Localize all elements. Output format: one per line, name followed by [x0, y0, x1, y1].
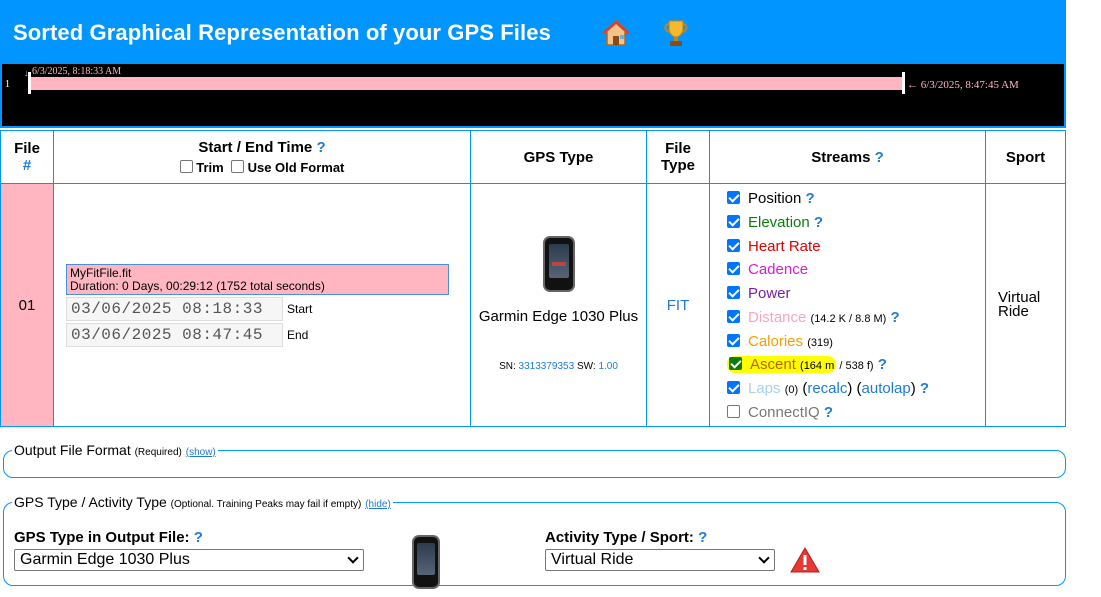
timeline-start-label: 6/3/2025, 8:18:33 AM: [32, 66, 122, 77]
output-format-legend: Output File Format (Required) (show): [14, 442, 216, 458]
timeline-bar[interactable]: [30, 77, 903, 90]
gps-device-icon: [412, 535, 440, 589]
help-link[interactable]: ?: [891, 309, 900, 326]
end-label: End: [287, 328, 309, 342]
table-header-row: File # Start / End Time ? Trim Use Old F…: [0, 130, 1066, 184]
house-icon[interactable]: [601, 18, 631, 48]
header-bar: Sorted Graphical Representation of your …: [0, 0, 1066, 64]
page-title: Sorted Graphical Representation of your …: [13, 20, 551, 45]
help-link[interactable]: ?: [806, 190, 815, 207]
help-link[interactable]: ?: [814, 214, 823, 231]
gps-type-select[interactable]: Garmin Edge 1030 Plus: [14, 549, 364, 571]
trim-label: Trim: [196, 160, 224, 175]
header-streams: Streams ?: [709, 130, 986, 184]
streams-cell: Position ? Elevation ? Heart Rate Cadenc…: [709, 183, 986, 427]
cadence-checkbox[interactable]: [727, 262, 740, 275]
help-link[interactable]: ?: [878, 356, 887, 373]
stream-calories: Calories (319): [727, 333, 833, 350]
header-file: File #: [0, 130, 54, 184]
elevation-checkbox[interactable]: [727, 215, 740, 228]
gps-activity-section: GPS Type / Activity Type (Optional. Trai…: [3, 494, 1066, 589]
start-time-input[interactable]: 03/06/2025 08:18:33: [66, 297, 283, 321]
header-sport: Sport: [985, 130, 1066, 184]
files-table: File # Start / End Time ? Trim Use Old F…: [0, 130, 1066, 427]
activity-type-select[interactable]: Virtual Ride: [545, 549, 775, 571]
stream-laps: Laps (0) (recalc) (autolap) ?: [727, 380, 929, 397]
stream-distance: Distance (14.2 K / 8.8 M) ?: [727, 309, 900, 326]
file-type[interactable]: FIT: [646, 183, 710, 427]
chevron-down-icon: [758, 552, 770, 564]
header-file-hash: #: [22, 157, 32, 174]
stream-connectiq: ConnectIQ ?: [727, 404, 833, 421]
software-version: 1.00: [598, 361, 618, 372]
help-link[interactable]: ?: [875, 149, 884, 166]
start-end-cell: MyFitFile.fit Duration: 0 Days, 00:29:12…: [53, 183, 471, 427]
connectiq-checkbox[interactable]: [727, 405, 740, 418]
activity-type-label: Activity Type / Sport: ?: [545, 529, 708, 546]
help-link[interactable]: ?: [698, 529, 707, 546]
table-row: 01 MyFitFile.fit Duration: 0 Days, 00:29…: [0, 183, 1066, 427]
stream-position: Position ?: [727, 190, 815, 207]
recalc-link[interactable]: recalc: [807, 380, 847, 397]
header-start-end: Start / End Time ? Trim Use Old Format: [53, 130, 471, 184]
help-link[interactable]: ?: [316, 139, 325, 156]
header-file-type-line2: Type: [661, 157, 695, 174]
autolap-link[interactable]: autolap: [862, 380, 911, 397]
laps-checkbox[interactable]: [727, 381, 740, 394]
stream-elevation: Elevation ?: [727, 214, 823, 231]
power-checkbox[interactable]: [727, 286, 740, 299]
serial-number: 3313379353: [518, 361, 575, 372]
show-link[interactable]: (show): [186, 447, 216, 458]
header-file-type: File Type: [646, 130, 710, 184]
gps-type-cell: Garmin Edge 1030 Plus SN: 3313379353 SW:…: [470, 183, 647, 427]
use-old-format-label: Use Old Format: [247, 160, 345, 175]
start-label: Start: [287, 302, 313, 316]
help-link[interactable]: ?: [824, 404, 833, 421]
file-number: 01: [0, 183, 54, 427]
file-duration: Duration: 0 Days, 00:29:12 (1752 total s…: [70, 279, 325, 293]
file-info-box: MyFitFile.fit Duration: 0 Days, 00:29:12…: [66, 264, 449, 295]
header-file-type-line1: File: [665, 140, 691, 157]
chevron-down-icon: [347, 552, 359, 564]
header-file-label: File: [14, 140, 40, 157]
gps-device-icon: [543, 236, 575, 292]
stream-heart-rate: Heart Rate: [727, 238, 821, 255]
timeline-end-label: ← 6/3/2025, 8:47:45 AM: [907, 79, 1019, 91]
trophy-icon[interactable]: [662, 18, 690, 48]
output-format-section: Output File Format (Required) (show): [3, 442, 1066, 478]
position-checkbox[interactable]: [727, 191, 740, 204]
timeline-start-handle[interactable]: [28, 72, 31, 94]
heart-rate-checkbox[interactable]: [727, 239, 740, 252]
gps-serial-software: SN: 3313379353 SW: 1.00: [499, 361, 618, 372]
stream-power: Power: [727, 285, 791, 302]
gps-device-name: Garmin Edge 1030 Plus: [478, 308, 639, 325]
help-link[interactable]: ?: [920, 380, 929, 397]
ascent-checkbox[interactable]: [729, 357, 742, 370]
gps-type-label: GPS Type in Output File: ?: [14, 529, 203, 546]
help-link[interactable]: ?: [194, 529, 203, 546]
stream-cadence: Cadence: [727, 261, 808, 278]
timeline-row-number: 1: [5, 79, 10, 90]
header-streams-label: Streams: [811, 148, 871, 166]
calories-checkbox[interactable]: [727, 334, 740, 347]
sport-value: Virtual Ride: [985, 183, 1066, 427]
trim-checkbox[interactable]: [179, 160, 193, 173]
header-gps-type: GPS Type: [470, 130, 647, 184]
distance-checkbox[interactable]: [727, 310, 740, 323]
header-start-end-label: Start / End Time: [198, 139, 313, 156]
end-time-input[interactable]: 03/06/2025 08:47:45: [66, 323, 283, 347]
warning-icon: [790, 547, 820, 573]
use-old-format-checkbox[interactable]: [230, 160, 244, 173]
timeline-end-handle[interactable]: [902, 72, 905, 94]
gps-activity-legend: GPS Type / Activity Type (Optional. Trai…: [14, 494, 391, 510]
timeline-strip: 1 ↓ 6/3/2025, 8:18:33 AM ← 6/3/2025, 8:4…: [0, 64, 1066, 128]
hide-link[interactable]: (hide): [365, 499, 391, 510]
stream-ascent: Ascent (164 m / 538 f) ?: [727, 356, 887, 373]
